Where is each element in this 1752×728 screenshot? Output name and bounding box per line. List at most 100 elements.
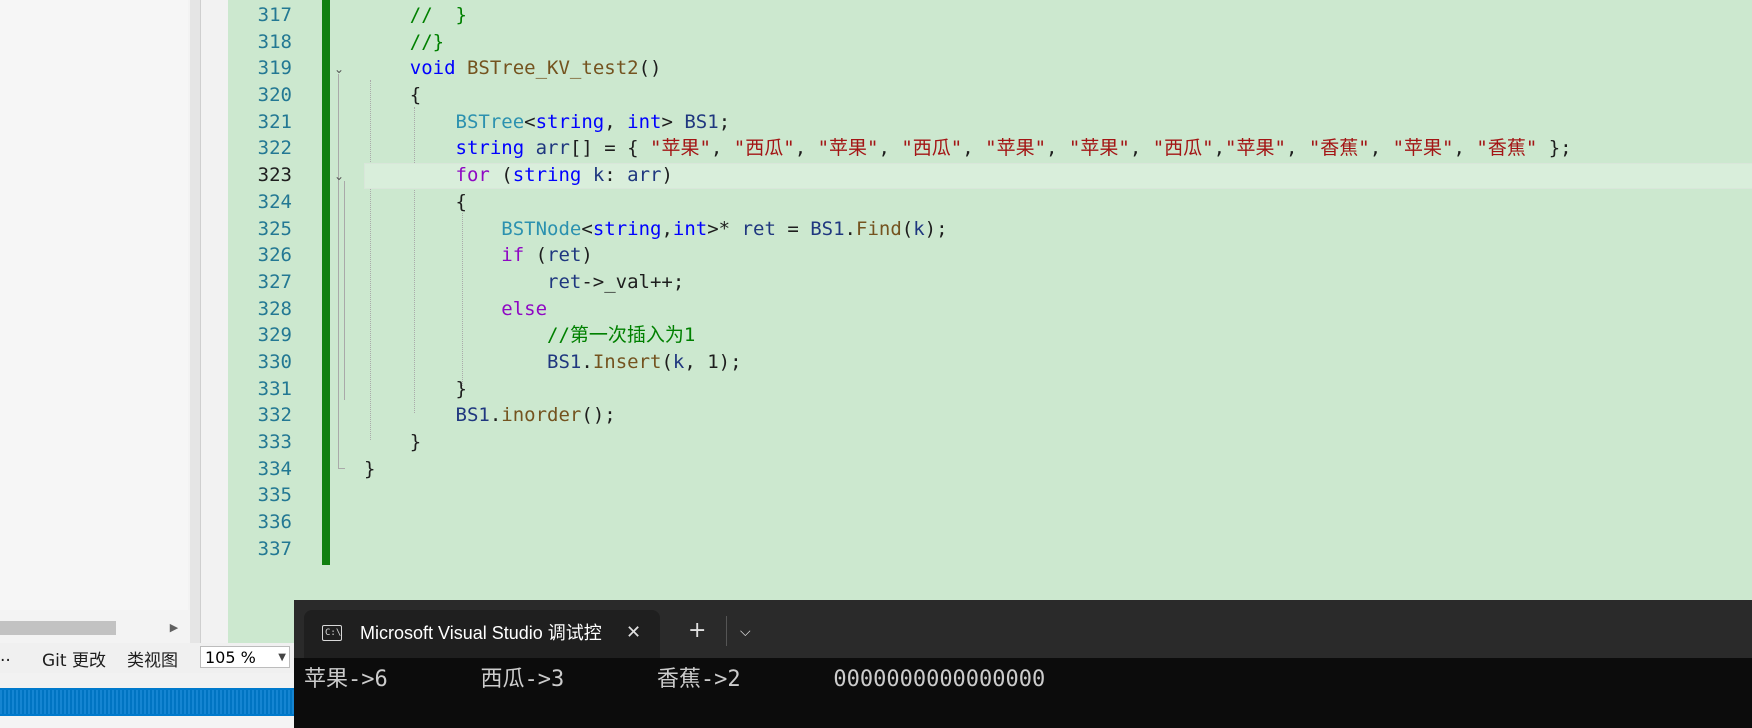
code-token: > [661, 110, 685, 133]
code-token: //} [364, 30, 445, 53]
code-token: // } [364, 4, 467, 26]
debug-console-window[interactable]: C:\ Microsoft Visual Studio 调试控 ✕ + ⌵ 苹果… [294, 600, 1752, 728]
zoom-level-dropdown[interactable]: 105 % ▼ [200, 646, 290, 668]
code-line[interactable]: else [364, 296, 1572, 323]
code-line[interactable]: void BSTree_KV_test2() [364, 55, 1572, 82]
line-number: 334 [257, 457, 292, 480]
code-token: : [604, 164, 628, 187]
code-token: , [962, 137, 986, 160]
line-number: 337 [257, 537, 292, 560]
code-line[interactable] [364, 536, 1572, 563]
code-line[interactable] [364, 482, 1572, 509]
code-line[interactable]: string arr[] = { "苹果", "西瓜", "苹果", "西瓜",… [364, 135, 1572, 162]
console-output: 苹果->6 西瓜->3 香蕉->2 0000000000000000 [304, 667, 1046, 692]
code-token: ; [718, 110, 731, 133]
panel-splitter[interactable] [190, 0, 201, 643]
new-tab-icon[interactable]: + [688, 620, 706, 642]
line-number: 336 [257, 511, 292, 534]
status-bar-progress [0, 690, 300, 714]
code-token: ( [489, 164, 513, 187]
code-line[interactable]: ret->_val++; [364, 269, 1572, 296]
code-token: k [592, 164, 605, 187]
chevron-down-icon: ▼ [278, 652, 286, 663]
code-token: } [364, 377, 467, 400]
code-token: () [638, 57, 662, 80]
code-token: inorder [501, 404, 582, 427]
code-token: k [672, 350, 685, 373]
code-token: (); [581, 404, 616, 427]
code-line[interactable] [364, 509, 1572, 536]
code-token: { [364, 190, 467, 213]
code-token: , [794, 137, 818, 160]
code-token: "西瓜" [901, 137, 963, 160]
code-line[interactable]: BSTree<string, int> BS1; [364, 109, 1572, 136]
code-token: //第一次插入为1 [364, 324, 696, 347]
code-token: else [501, 297, 548, 320]
code-token: , [604, 110, 628, 133]
code-editor[interactable]: 317 318 319 320 321 322 323 324 325 326 327 328 329 3… [228, 0, 1752, 643]
code-token: ) [661, 164, 673, 187]
code-token: "苹果" [985, 137, 1047, 160]
code-token: >* [707, 217, 742, 240]
line-number-gutter: 317 318 319 320 321 322 323 324 325 326 327 328 329 3… [228, 2, 292, 562]
code-token: BS1 [810, 217, 845, 240]
close-icon[interactable]: ✕ [626, 622, 641, 644]
line-number: 331 [257, 377, 292, 400]
code-line[interactable]: if (ret) [364, 242, 1572, 269]
code-token: < [581, 217, 593, 240]
code-token: ) [581, 244, 593, 267]
fold-collapse-icon[interactable]: ⌄ [332, 62, 346, 76]
tab-class-view[interactable]: 类视图 [127, 646, 178, 671]
code-line[interactable]: { [364, 189, 1572, 216]
code-token: [] = { [569, 137, 651, 160]
console-icon: C:\ [322, 625, 342, 641]
code-token: } [364, 431, 422, 453]
code-token: BSTree_KV_test2 [466, 57, 639, 80]
code-line[interactable]: BSTNode<string,int>* ret = BS1.Find(k); [364, 216, 1572, 243]
code-line[interactable]: for (string k: arr) [364, 162, 1572, 189]
tab-ellipsis[interactable]: .. [0, 646, 11, 670]
code-line[interactable]: BS1.inorder(); [364, 402, 1572, 429]
tab-git-changes[interactable]: Git 更改 [42, 646, 106, 671]
scroll-right-arrow-icon[interactable]: ▶ [168, 619, 180, 637]
terminal-titlebar[interactable]: C:\ Microsoft Visual Studio 调试控 ✕ + ⌵ [294, 600, 1752, 658]
code-token: , [1369, 137, 1393, 160]
code-line[interactable]: } [364, 456, 1572, 483]
code-token: . [844, 217, 856, 240]
code-token: , [661, 217, 673, 240]
code-token: Insert [592, 350, 662, 373]
code-token: } [364, 457, 376, 480]
chevron-down-icon[interactable]: ⌵ [740, 622, 751, 642]
code-line[interactable]: } [364, 429, 1572, 456]
code-token: , [1213, 137, 1226, 160]
code-line[interactable]: // } [364, 2, 1572, 29]
code-token: Find [856, 217, 902, 240]
code-line[interactable]: { [364, 82, 1572, 109]
code-token: < [524, 110, 536, 133]
change-tracking-bar [322, 0, 330, 565]
code-token: , 1); [684, 350, 742, 373]
code-line[interactable]: //} [364, 29, 1572, 56]
terminal-tab[interactable]: C:\ Microsoft Visual Studio 调试控 ✕ [304, 610, 660, 658]
line-number: 328 [257, 297, 292, 320]
code-token: { [364, 84, 422, 107]
line-number: 326 [257, 244, 292, 267]
code-token: for [455, 164, 490, 187]
status-bar-bottom [0, 716, 300, 728]
line-number: 332 [257, 404, 292, 427]
code-text[interactable]: // } //} void BSTree_KV_test2() { BSTree… [364, 2, 1572, 562]
code-token: ); [924, 217, 948, 240]
horizontal-scrollbar-thumb[interactable] [0, 621, 116, 635]
code-line[interactable]: //第一次插入为1 [364, 322, 1572, 349]
fold-region-line [338, 74, 339, 469]
code-line[interactable]: } [364, 376, 1572, 403]
code-line[interactable]: BS1.Insert(k, 1); [364, 349, 1572, 376]
line-number: 324 [257, 190, 292, 213]
code-token: , [1285, 137, 1309, 160]
line-number: 335 [257, 484, 292, 507]
